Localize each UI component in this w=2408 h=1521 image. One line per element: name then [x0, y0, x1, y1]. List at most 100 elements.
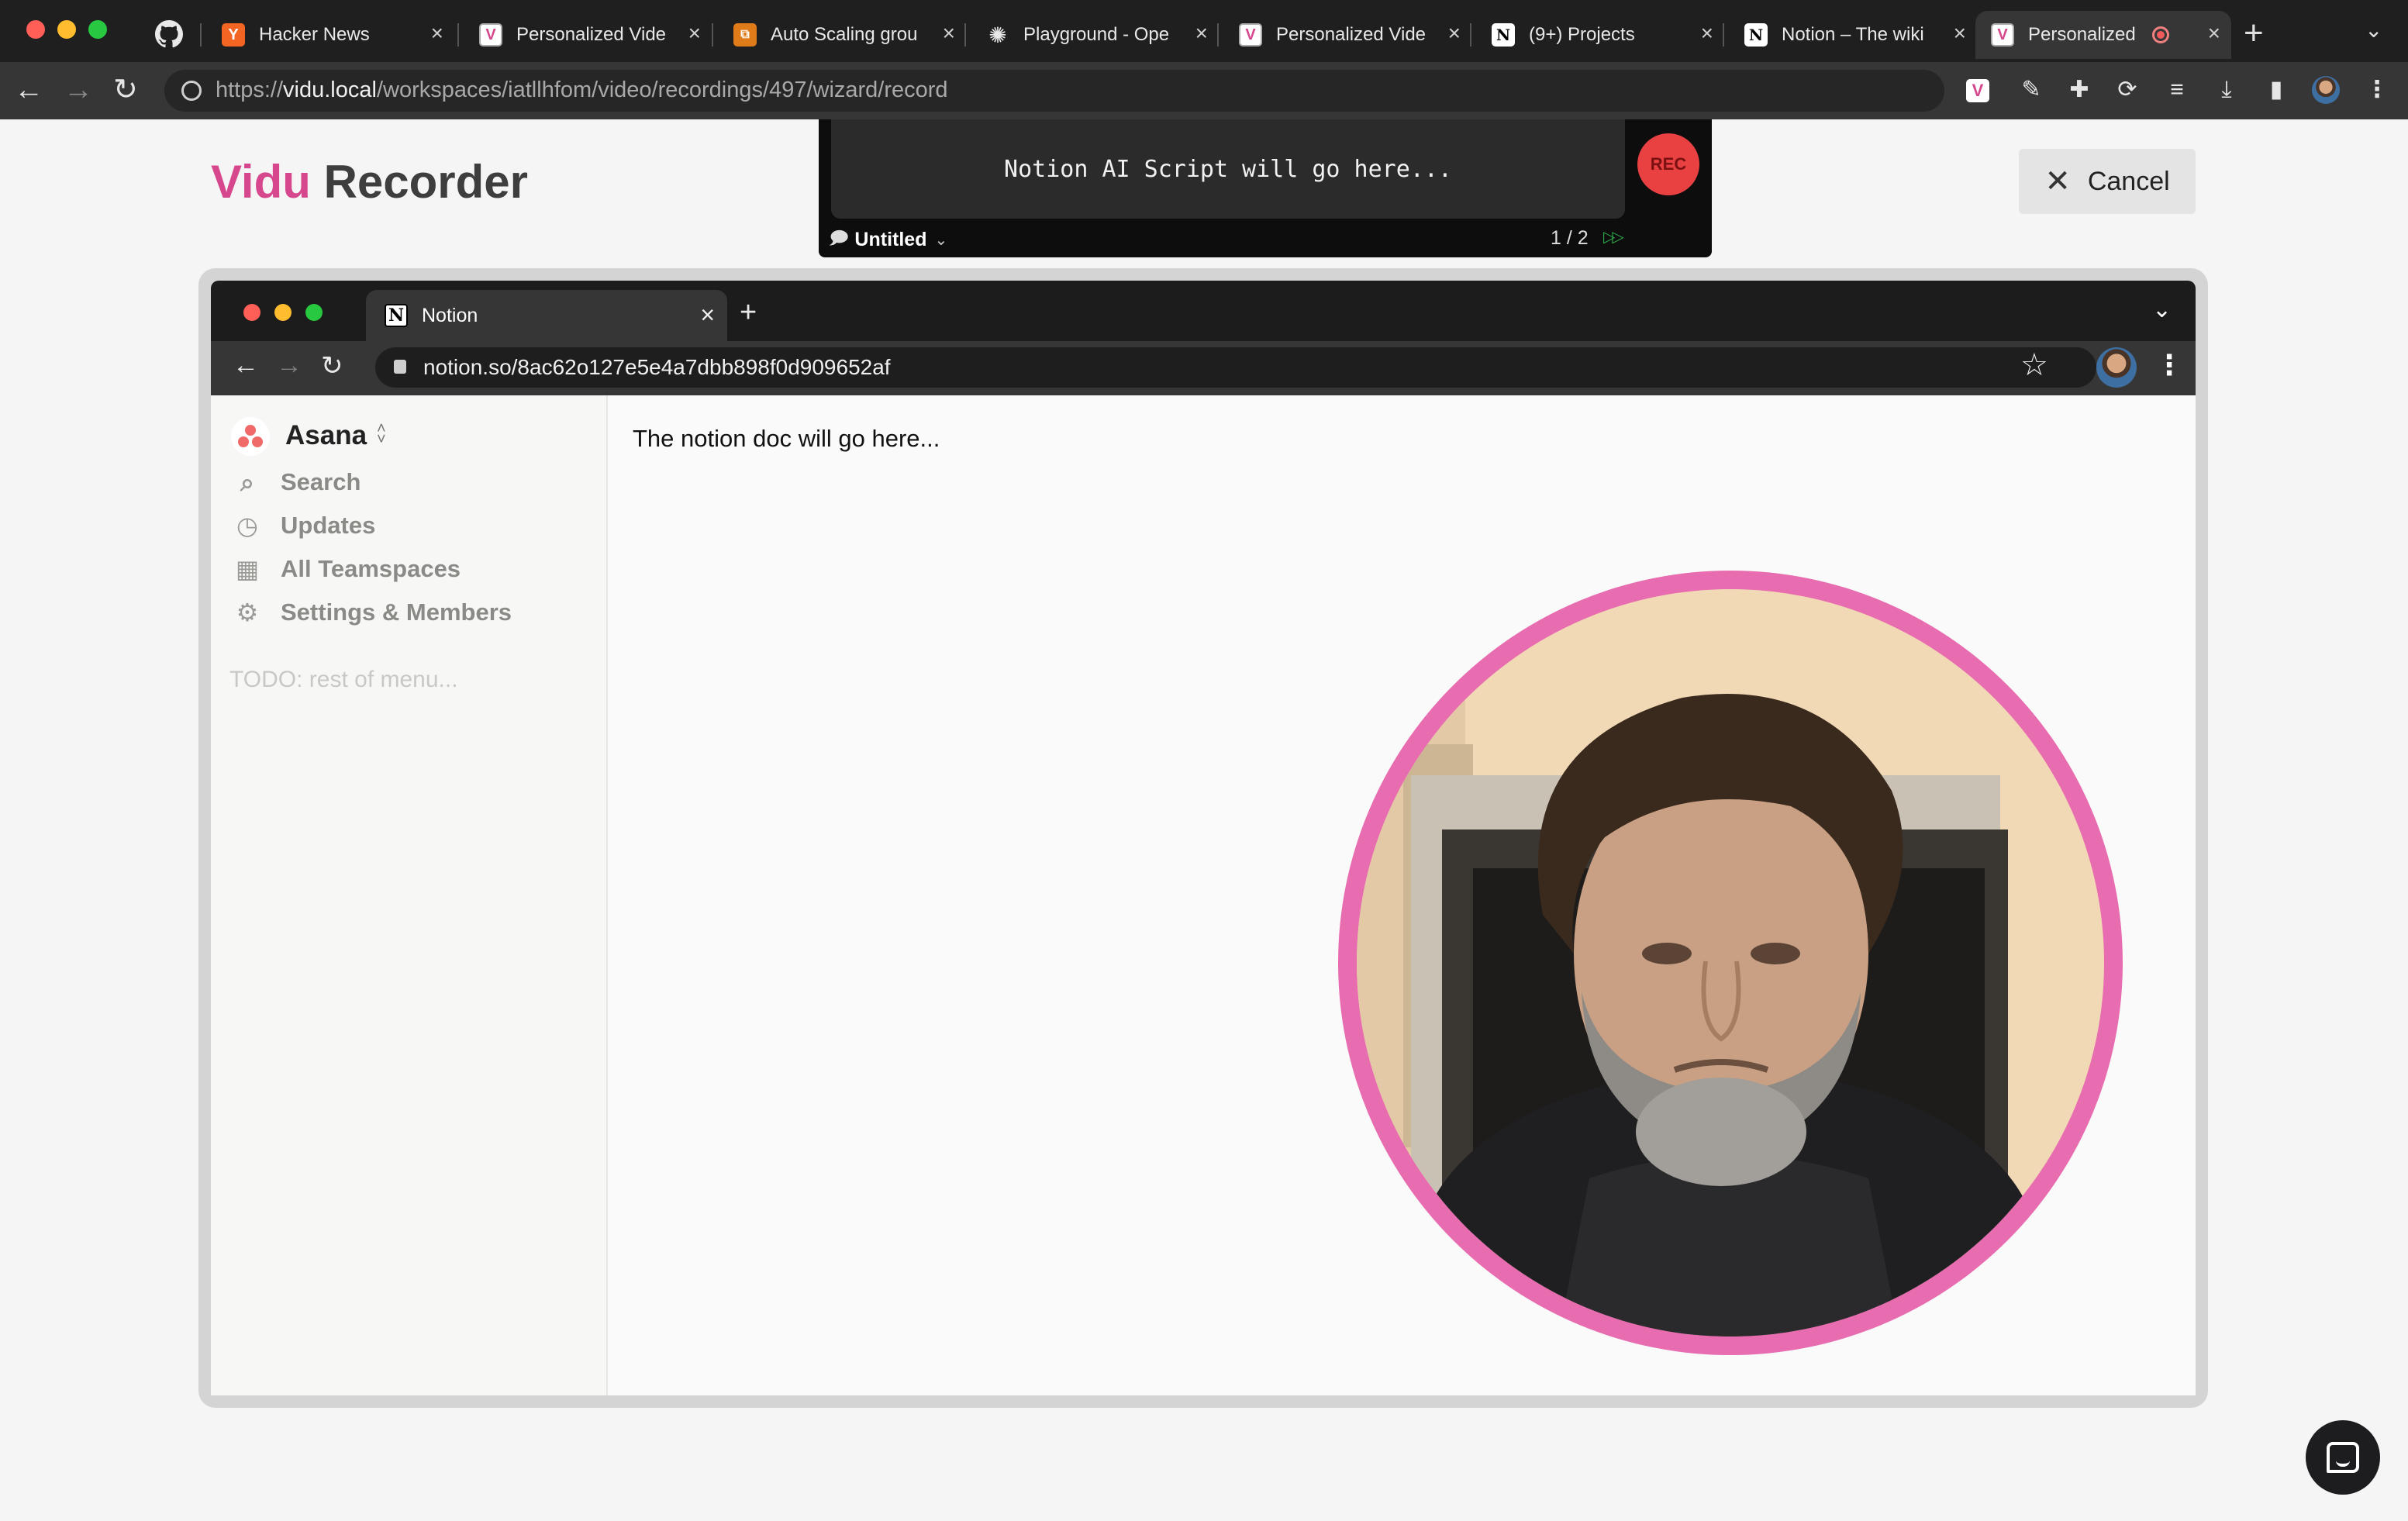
- todo-placeholder: TODO: rest of menu...: [229, 667, 458, 692]
- tab-separator: [712, 23, 713, 47]
- vidu-icon: V: [479, 23, 502, 47]
- vidu-extension-icon[interactable]: V: [1966, 79, 1989, 102]
- vidu-icon: V: [1239, 23, 1262, 47]
- inner-tab-label: Notion: [422, 304, 478, 326]
- chat-widget-button[interactable]: [2306, 1420, 2380, 1495]
- zoom-window-button[interactable]: [88, 20, 107, 39]
- back-arrow-icon[interactable]: ←: [233, 350, 259, 381]
- tab-projects[interactable]: N (9+) Projects ×: [1476, 11, 1724, 59]
- search-icon: ⌕: [240, 468, 254, 496]
- workspace-name[interactable]: Asana: [285, 420, 367, 451]
- url-host: vidu.local: [283, 78, 377, 102]
- close-window-button[interactable]: [26, 20, 45, 39]
- sidebar-item-label: All Teamspaces: [281, 555, 461, 582]
- record-button[interactable]: REC: [1637, 133, 1699, 195]
- tab-label: Personalized: [2028, 24, 2136, 45]
- hacker-news-icon: Y: [222, 23, 245, 47]
- tab-separator: [1470, 23, 1471, 47]
- page-indicator: 1 / 2: [1551, 227, 1589, 249]
- reading-list-icon[interactable]: ≡: [2163, 76, 2191, 104]
- url-scheme: https://: [216, 78, 284, 102]
- profile-avatar[interactable]: [2312, 76, 2340, 104]
- back-arrow-icon[interactable]: ←: [14, 74, 43, 105]
- app-title: Vidu Recorder: [211, 155, 528, 209]
- app-title-rest: Recorder: [323, 156, 529, 208]
- fast-forward-icon[interactable]: ▷▷: [1603, 227, 1624, 247]
- tab-label: Auto Scaling grou: [771, 24, 918, 45]
- close-icon[interactable]: ×: [688, 22, 701, 45]
- webcam-video: [1357, 589, 2104, 1336]
- reload-icon[interactable]: ↻: [321, 350, 343, 381]
- chevron-up-down-icon[interactable]: ˄ ˅: [377, 421, 386, 447]
- cancel-button[interactable]: ✕ Cancel: [2019, 149, 2196, 214]
- notion-icon: N: [1744, 23, 1768, 47]
- chevron-down-icon[interactable]: ⌄: [2152, 296, 2172, 323]
- tab-notion-wiki[interactable]: N Notion – The wiki ×: [1729, 11, 1977, 59]
- chevron-down-icon: ⌄: [934, 231, 948, 249]
- vidu-icon: V: [1991, 23, 2014, 47]
- star-icon[interactable]: ☆: [2020, 347, 2048, 383]
- tab-personalized-active[interactable]: V Personalized ×: [1975, 11, 2231, 59]
- inner-tab-notion[interactable]: N Notion ×: [366, 290, 727, 341]
- brand-name: Vidu: [211, 156, 311, 208]
- tab-auto-scaling[interactable]: ⧉ Auto Scaling grou ×: [718, 11, 966, 59]
- sync-extension-icon[interactable]: ⟳: [2113, 76, 2141, 104]
- minimize-window-button[interactable]: [57, 20, 76, 39]
- download-icon[interactable]: ⤓: [2213, 76, 2241, 104]
- close-icon[interactable]: ×: [1448, 22, 1461, 45]
- tab-hacker-news[interactable]: Y Hacker News ×: [206, 11, 454, 59]
- forward-arrow-icon[interactable]: →: [276, 350, 302, 381]
- url-path: /workspaces/iatllhfom/video/recordings/4…: [376, 78, 948, 102]
- lock-icon: [394, 360, 406, 374]
- tab-label: Personalized Vide: [1276, 24, 1427, 45]
- puzzle-extensions-icon[interactable]: ✚: [2065, 76, 2093, 104]
- tab-label: (9+) Projects: [1529, 24, 1635, 45]
- close-icon[interactable]: ×: [431, 22, 443, 45]
- pen-extension-icon[interactable]: ✎: [2017, 76, 2045, 104]
- chevron-down-icon[interactable]: ⌄: [2365, 17, 2382, 43]
- sidebar-item-teamspaces[interactable]: ▦ All Teamspaces: [234, 555, 461, 583]
- new-tab-button[interactable]: +: [2244, 14, 2264, 53]
- tab-playground[interactable]: ✺ Playground - Ope ×: [971, 11, 1219, 59]
- sidebar-item-settings[interactable]: ⚙ Settings & Members: [234, 598, 512, 626]
- forward-arrow-icon[interactable]: →: [64, 74, 93, 105]
- sidebar-item-label: Search: [281, 468, 361, 495]
- tab-label: Notion – The wiki: [1782, 24, 1924, 45]
- kebab-menu-icon[interactable]: ⋮: [2363, 76, 2391, 104]
- tab-personalized-video-2[interactable]: V Personalized Vide ×: [1223, 11, 1471, 59]
- side-panel-icon[interactable]: ▮: [2262, 76, 2290, 104]
- github-icon[interactable]: [155, 20, 183, 48]
- inner-url[interactable]: notion.so/8ac62o127e5e4a7dbb898f0d909652…: [423, 355, 891, 380]
- close-icon[interactable]: ×: [2208, 22, 2220, 45]
- tab-personalized-video-1[interactable]: V Personalized Vide ×: [464, 11, 712, 59]
- address-url[interactable]: https://vidu.local/workspaces/iatllhfom/…: [216, 78, 948, 103]
- recording-icon: [2152, 26, 2169, 43]
- script-selector[interactable]: 🗩 Untitled ⌄: [830, 225, 947, 254]
- inner-close-dot: [243, 304, 260, 321]
- inner-profile-avatar[interactable]: [2096, 347, 2137, 388]
- sidebar-item-search[interactable]: ⌕ Search: [234, 468, 361, 496]
- tab-separator: [1723, 23, 1724, 47]
- openai-icon: ✺: [988, 22, 1007, 47]
- gear-icon: ⚙: [236, 598, 259, 626]
- sidebar-item-label: Settings & Members: [281, 598, 512, 626]
- sidebar-item-updates[interactable]: ◷ Updates: [234, 512, 375, 540]
- close-icon[interactable]: ×: [943, 22, 955, 45]
- close-icon[interactable]: ×: [1195, 22, 1208, 45]
- close-icon[interactable]: ×: [1954, 22, 1966, 45]
- tab-separator: [1217, 23, 1219, 47]
- close-icon[interactable]: ×: [1701, 22, 1713, 45]
- reload-icon[interactable]: ↻: [113, 74, 138, 105]
- site-info-icon[interactable]: [181, 81, 202, 101]
- kebab-menu-icon[interactable]: ⋮: [2155, 349, 2183, 381]
- inner-new-tab-button[interactable]: +: [740, 296, 757, 329]
- webcam-image: [1357, 589, 2104, 1336]
- tab-label: Playground - Ope: [1023, 24, 1170, 45]
- script-text: Notion AI Script will go here...: [831, 119, 1625, 219]
- building-icon: ▦: [235, 555, 260, 583]
- notion-icon: N: [1492, 23, 1515, 47]
- tab-separator: [200, 23, 202, 47]
- tab-label: Hacker News: [259, 24, 370, 45]
- close-icon[interactable]: ×: [700, 301, 715, 329]
- notion-icon: N: [385, 304, 408, 327]
